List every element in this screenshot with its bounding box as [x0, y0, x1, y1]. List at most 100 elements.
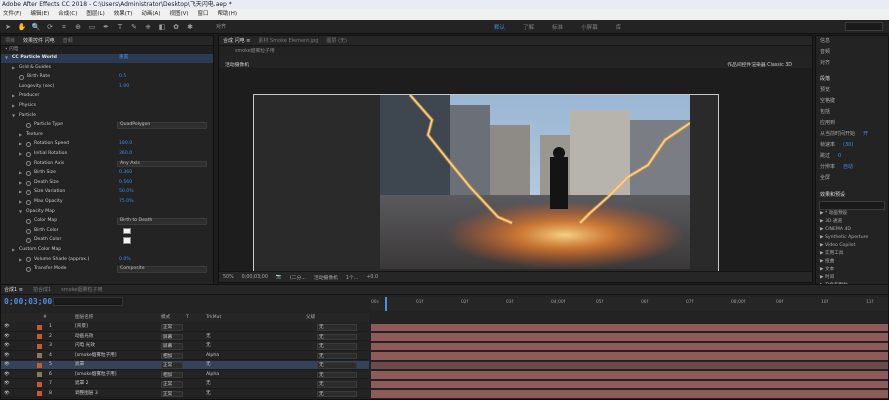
disclosure-arrow-icon[interactable]: ▶ — [19, 169, 24, 178]
select-tool-icon[interactable]: ➤ — [2, 21, 14, 33]
color-swatch[interactable] — [123, 227, 131, 235]
column-header-0[interactable]: # — [43, 313, 47, 322]
label-color-swatch[interactable] — [37, 324, 42, 330]
layer-duration-bar[interactable] — [371, 371, 888, 379]
view-layout-dropdown[interactable]: 1个... — [346, 274, 358, 281]
menu-item-5[interactable]: 动画(A) — [141, 9, 160, 20]
layer-name[interactable]: [smoke烟雾粒子用] — [75, 371, 117, 380]
layer-mode-dropdown[interactable]: 屏幕 — [161, 333, 183, 340]
resolution-dropdown[interactable]: (二分... — [290, 274, 306, 281]
effect-category-item[interactable]: ▶ Synthetic Aperture — [816, 234, 888, 242]
disclosure-arrow-icon[interactable]: ▶ — [19, 150, 24, 159]
stopwatch-icon[interactable] — [26, 142, 31, 148]
property-value[interactable]: 0.5 — [119, 73, 126, 82]
effect-property-row[interactable]: Longevity (sec) 1.00 — [1, 83, 213, 92]
track-matte-dropdown[interactable]: Alpha — [206, 371, 219, 380]
comp-subtab[interactable]: smoke烟雾粒子用 — [235, 47, 275, 54]
preview-setting-row[interactable]: 从当前时间开始 开 — [816, 129, 888, 140]
roto-tool-icon[interactable]: ✿ — [170, 21, 182, 33]
layer-duration-bar[interactable] — [371, 352, 888, 360]
label-color-swatch[interactable] — [37, 391, 42, 396]
workspace-tab-1[interactable]: 了解 — [523, 23, 534, 31]
zoom-tool-icon[interactable]: 🔍 — [30, 21, 42, 33]
parent-dropdown[interactable]: 无 — [317, 381, 357, 388]
effect-property-row[interactable]: ▶ Grid & Guides — [1, 64, 213, 73]
menu-item-2[interactable]: 合成(C) — [58, 9, 77, 20]
parent-dropdown[interactable]: 无 — [317, 333, 357, 340]
preview-setting-row[interactable]: 全屏 — [816, 173, 888, 184]
fx-panel-tab-0[interactable]: 项目 — [5, 37, 15, 44]
layer-duration-bar[interactable] — [371, 333, 888, 341]
menu-item-4[interactable]: 效果(T) — [114, 9, 133, 20]
effects-search-input[interactable] — [819, 201, 885, 210]
effect-property-row[interactable]: ▶ Physics — [1, 102, 213, 111]
track-matte-dropdown[interactable]: 无 — [206, 333, 211, 342]
workspace-tab-4[interactable]: 库 — [616, 23, 622, 31]
fx-panel-tab-1[interactable]: 效果控件 闪电 — [23, 37, 55, 44]
stopwatch-icon[interactable] — [26, 228, 31, 234]
effect-category-item[interactable]: ▶ CINEMA 4D — [816, 226, 888, 234]
layer-row[interactable]: 👁 6 [smoke烟雾粒子用] 相加 Alpha 无 — [1, 371, 369, 380]
effect-property-row[interactable]: ▶ Size Variation 50.0% — [1, 188, 213, 197]
effect-category-item[interactable]: ▶ Video Copilot — [816, 242, 888, 250]
pan-behind-tool-icon[interactable]: ⊕ — [72, 21, 84, 33]
effect-category-item[interactable]: ▶ 3D 通道 — [816, 218, 888, 226]
track-matte-dropdown[interactable]: 无 — [206, 361, 211, 370]
effect-property-row[interactable]: ▼ Particle — [1, 112, 213, 121]
column-header-3[interactable]: T — [186, 313, 189, 322]
menu-item-1[interactable]: 编辑(E) — [30, 9, 49, 20]
effect-property-row[interactable]: ▼ Opacity Map — [1, 208, 213, 217]
effect-property-row[interactable]: ▶ Rotation Speed 180.0 — [1, 140, 213, 149]
effect-property-row[interactable]: ▼ CC Particle World 重置 — [1, 54, 213, 63]
effect-category-item[interactable]: ▶ 实用工具 — [816, 250, 888, 258]
visibility-eye-icon[interactable]: 👁 — [4, 361, 10, 370]
menu-item-3[interactable]: 图层(L) — [86, 9, 104, 20]
disclosure-arrow-icon[interactable]: ▶ — [12, 246, 17, 255]
parent-dropdown[interactable]: 无 — [317, 362, 357, 369]
effect-category-item[interactable]: ▶ 扭曲 — [816, 258, 888, 266]
effects-presets-heading[interactable]: 效果和预设 — [816, 190, 888, 201]
preview-setting-row[interactable]: 帧速率 (30) — [816, 140, 888, 151]
info-tab[interactable]: 信息 — [816, 36, 888, 47]
time-ruler[interactable]: 00s 01f 02f 03f 04;00f 05f 06f 07f 08;00f 09f 10f 1… — [371, 297, 888, 311]
layer-duration-bar[interactable] — [371, 361, 888, 369]
layer-row[interactable]: 👁 8 调整图层 3 正常 无 无 — [1, 390, 369, 399]
label-color-swatch[interactable] — [37, 372, 42, 377]
property-dropdown[interactable]: Composite — [117, 266, 207, 273]
timeline-tab-2[interactable]: smoke烟雾粒子用 — [61, 286, 102, 293]
layer-mode-dropdown[interactable]: 正常 — [161, 324, 183, 331]
stopwatch-icon[interactable] — [26, 238, 31, 244]
timeline-tab-1[interactable]: 拍合成1 — [33, 286, 51, 293]
layer-name[interactable]: [smoke烟雾粒子用] — [75, 352, 117, 361]
effect-property-row[interactable]: ▶ Birth Size 0.360 — [1, 169, 213, 178]
preview-setting-row[interactable]: 包括 — [816, 107, 888, 118]
layer-duration-bar[interactable] — [371, 390, 888, 398]
column-header-4[interactable]: TrkMat — [206, 313, 221, 322]
property-dropdown[interactable]: QuadPolygon — [117, 122, 207, 129]
text-tool-icon[interactable]: T — [114, 21, 126, 33]
pen-tool-icon[interactable]: ✒ — [100, 21, 112, 33]
effect-property-row[interactable]: Color Map Birth to Death — [1, 217, 213, 226]
effect-category-item[interactable]: ▶ 时间 — [816, 274, 888, 282]
layer-search-input[interactable] — [53, 297, 123, 306]
property-value[interactable]: 180.0 — [119, 140, 132, 149]
track-matte-dropdown[interactable]: 无 — [206, 390, 211, 399]
visibility-eye-icon[interactable]: 👁 — [4, 342, 10, 351]
stamp-tool-icon[interactable]: ⎈ — [142, 21, 154, 33]
effect-property-row[interactable]: ▶ Initial Rotation 360.0 — [1, 150, 213, 159]
property-value[interactable]: 75.0% — [119, 198, 134, 207]
disclosure-arrow-icon[interactable]: ▶ — [12, 92, 17, 101]
workspace-tab-2[interactable]: 标准 — [552, 23, 563, 31]
property-value[interactable]: 0.360 — [119, 169, 132, 178]
label-color-swatch[interactable] — [37, 381, 42, 387]
menu-item-7[interactable]: 窗口 — [198, 9, 209, 20]
property-value[interactable]: 360.0 — [119, 150, 132, 159]
comp-tab-0[interactable]: 合成 闪电 ≡ — [223, 37, 250, 44]
stopwatch-icon[interactable] — [26, 151, 31, 157]
preview-setting-row[interactable]: 分辨率 自动 — [816, 162, 888, 173]
column-header-2[interactable]: 模式 — [161, 313, 170, 322]
layer-name[interactable]: 动画光效 — [75, 333, 93, 342]
setting-value[interactable]: (30) — [843, 142, 853, 148]
magnification-dropdown[interactable]: 50% — [223, 275, 234, 280]
stopwatch-icon[interactable] — [26, 122, 31, 128]
